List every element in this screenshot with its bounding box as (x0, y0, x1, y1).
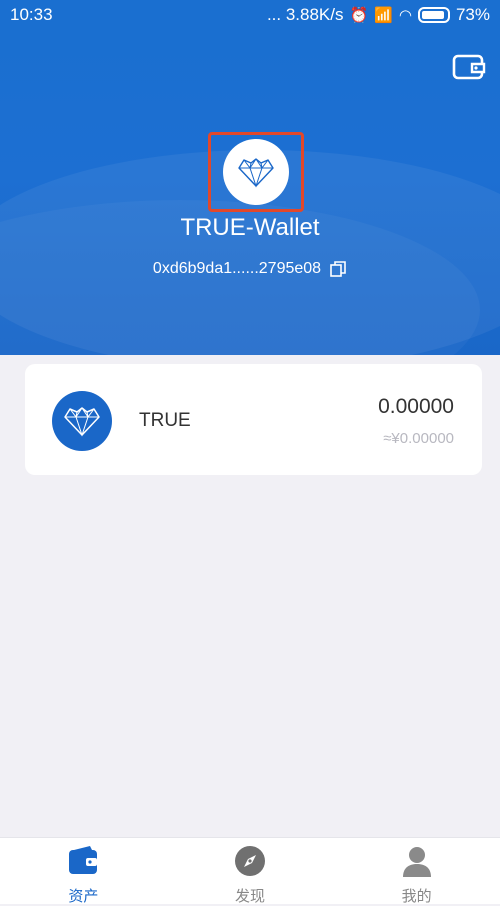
token-fiat-value: ≈¥0.00000 (383, 430, 454, 447)
battery-icon (417, 7, 450, 23)
wallet-logo-highlight[interactable] (208, 132, 304, 212)
compass-icon (234, 846, 265, 876)
wallet-logo[interactable] (223, 139, 289, 205)
person-icon (402, 847, 431, 877)
tab-assets[interactable]: 资产 (23, 838, 143, 906)
battery-percent: 73% (455, 5, 490, 24)
token-logo (52, 391, 112, 451)
wallet-icon[interactable] (452, 52, 486, 82)
network-speed: ... 3.88K/s (266, 5, 344, 24)
wifi-icon: ◠ (398, 7, 412, 24)
wallet-address: 0xd6b9da1......2795e08 (152, 260, 322, 277)
wallet-icon (69, 846, 98, 874)
tab-discover[interactable]: 发现 (190, 838, 310, 906)
diamond-heart-logo-icon (238, 158, 274, 188)
token-symbol: TRUE (139, 410, 191, 431)
status-time: 10:33 (10, 5, 53, 24)
wallet-name: TRUE-Wallet (180, 214, 320, 241)
bottom-tab-bar: 资产 发现 我的 (0, 837, 500, 906)
tab-profile[interactable]: 我的 (357, 838, 477, 906)
status-bar: 10:33 ... 3.88K/s ⏰ 📶 ◠ 73% (0, 0, 500, 30)
copy-icon[interactable] (329, 260, 347, 278)
status-right: ... 3.88K/s ⏰ 📶 ◠ 73% (267, 5, 490, 25)
diamond-heart-logo-icon (64, 407, 100, 437)
alarm-icon: ⏰ (349, 7, 369, 24)
signal-icon: 📶 (374, 7, 393, 24)
wallet-header: TRUE-Wallet 0xd6b9da1......2795e08 (0, 30, 500, 355)
token-balance: 0.00000 (378, 395, 454, 418)
wallet-address-row[interactable]: 0xd6b9da1......2795e08 (0, 260, 500, 278)
token-card-true[interactable]: TRUE 0.00000 ≈¥0.00000 (25, 364, 482, 475)
